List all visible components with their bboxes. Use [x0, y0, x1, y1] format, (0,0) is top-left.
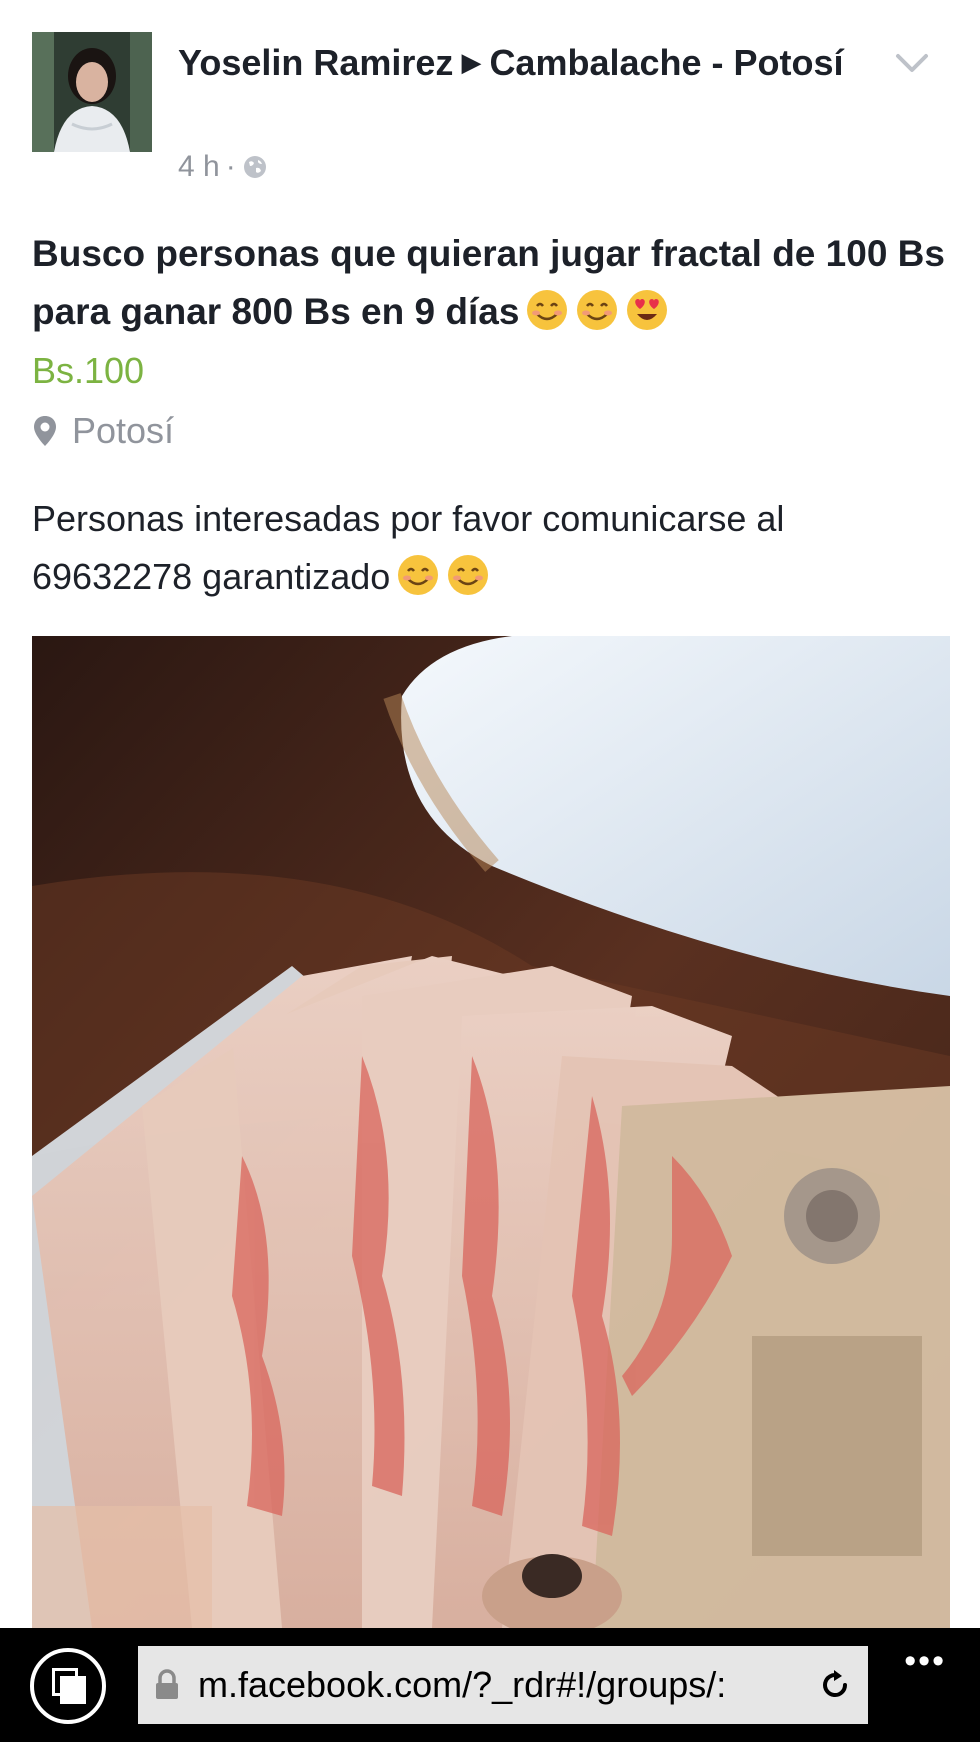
- url-text[interactable]: m.facebook.com/?_rdr#!/groups/:: [198, 1664, 800, 1706]
- post-card: Yoselin Ramirez ▶ Cambalache - Potosí 4 h …: [0, 0, 980, 1628]
- chevron-down-icon[interactable]: [892, 48, 932, 78]
- message-text: Busco personas que quieran jugar fractal…: [32, 233, 945, 332]
- arrow-right-icon: ▶: [461, 47, 482, 77]
- listing-location: Potosí: [32, 410, 174, 452]
- map-pin-icon: [34, 416, 56, 446]
- description-line-2-text: 69632278 garantizado: [32, 556, 391, 597]
- post-header: Yoselin Ramirez ▶ Cambalache - Potosí: [178, 36, 878, 89]
- post-message: Busco personas que quieran jugar fractal…: [32, 225, 952, 341]
- lock-icon: [156, 1669, 178, 1699]
- author-name[interactable]: Yoselin Ramirez: [178, 42, 453, 83]
- browser-address-bar: m.facebook.com/?_rdr#!/groups/: •••: [0, 1628, 980, 1742]
- post-description: Personas interesadas por favor comunicar…: [32, 490, 952, 606]
- description-line: Personas interesadas por favor comunicar…: [32, 498, 785, 539]
- location-text: Potosí: [72, 410, 175, 451]
- post-meta: 4 h ·: [178, 150, 268, 184]
- heart-eyes-emoji: [625, 288, 669, 332]
- post-photo[interactable]: [32, 636, 950, 1628]
- tabs-icon-front: [60, 1676, 86, 1704]
- group-name[interactable]: Cambalache - Potosí: [489, 42, 843, 83]
- listing-price: Bs.100: [32, 350, 145, 391]
- reload-icon[interactable]: [818, 1668, 852, 1702]
- author-avatar[interactable]: [32, 32, 152, 152]
- url-field[interactable]: m.facebook.com/?_rdr#!/groups/:: [138, 1646, 868, 1724]
- tabs-icon[interactable]: [30, 1648, 106, 1724]
- smiling-face-emoji: [396, 553, 440, 597]
- globe-icon: [243, 156, 266, 178]
- smiling-face-emoji: [575, 288, 619, 332]
- description-line-2: 69632278 garantizado: [32, 548, 952, 606]
- post-time[interactable]: 4 h: [178, 150, 220, 184]
- more-options-button[interactable]: •••: [904, 1642, 946, 1681]
- smiling-face-emoji: [446, 553, 490, 597]
- smiling-face-emoji: [525, 288, 569, 332]
- meta-separator: ·: [225, 150, 236, 183]
